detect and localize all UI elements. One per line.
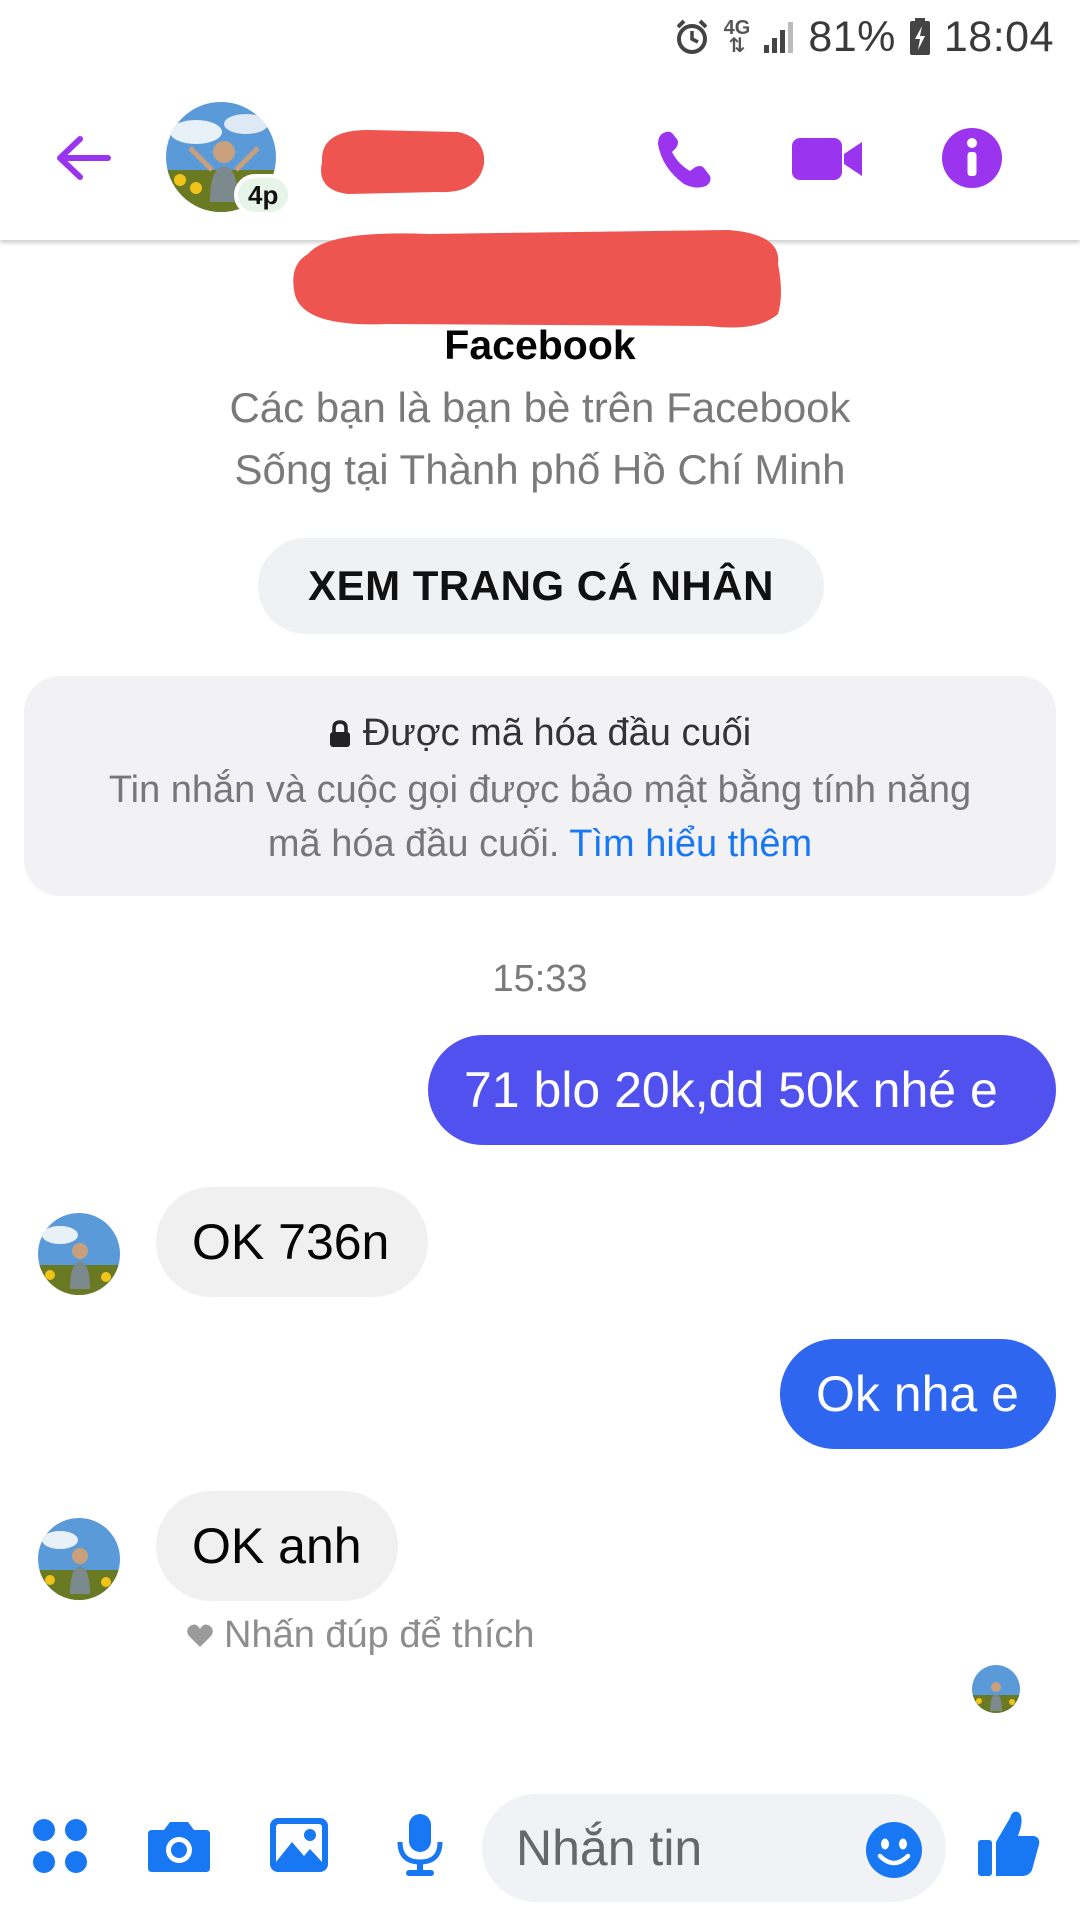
status-bar: 4G ⇅ 81% 18:04 xyxy=(0,0,1080,74)
voice-message-button[interactable] xyxy=(394,1812,446,1878)
outgoing-message[interactable]: Ok nha e xyxy=(780,1339,1056,1449)
battery-percent: 81% xyxy=(808,12,896,61)
camera-button[interactable] xyxy=(146,1816,212,1876)
messenger-chat-screen: 4G ⇅ 81% 18:04 4p Facebook Các bạn là bạ… xyxy=(0,0,1080,1920)
lock-icon xyxy=(329,719,350,747)
seen-receipt-avatar xyxy=(972,1665,1020,1713)
video-camera-icon xyxy=(792,138,862,180)
send-like-button[interactable] xyxy=(976,1808,1042,1880)
gallery-button[interactable] xyxy=(268,1816,330,1874)
back-button[interactable] xyxy=(52,127,114,189)
battery-charging-icon xyxy=(908,17,932,57)
message-composer xyxy=(0,1780,1080,1920)
alarm-icon xyxy=(672,17,712,57)
chat-header: 4p xyxy=(0,74,1080,240)
profile-name-redaction xyxy=(293,230,781,328)
encryption-desc-line1: Tin nhắn và cuộc gọi được bảo mật bằng t… xyxy=(108,769,972,811)
message-timestamp: 15:33 xyxy=(492,958,588,1000)
voice-call-button[interactable] xyxy=(652,126,718,192)
thumbs-up-icon xyxy=(978,1811,1040,1876)
active-status-badge: 4p xyxy=(234,174,293,216)
network-type-icon: 4G ⇅ xyxy=(723,17,751,57)
apps-grid-icon xyxy=(33,1819,87,1873)
info-icon xyxy=(942,128,1002,188)
arrow-left-icon xyxy=(57,136,111,180)
view-profile-button[interactable]: XEM TRANG CÁ NHÂN xyxy=(258,538,824,634)
encryption-title: Được mã hóa đầu cuối xyxy=(362,712,752,754)
learn-more-link[interactable]: Tìm hiểu thêm xyxy=(569,823,812,865)
signal-icon xyxy=(762,19,796,55)
microphone-icon xyxy=(397,1814,443,1876)
video-call-button[interactable] xyxy=(790,126,866,192)
encryption-description: Tin nhắn và cuộc gọi được bảo mật bằng t… xyxy=(24,763,1056,871)
conversation-info-button[interactable] xyxy=(940,126,1004,190)
friendship-status: Các bạn là bạn bè trên Facebook xyxy=(229,384,851,431)
encryption-desc-line2: mã hóa đầu cuối. xyxy=(267,823,560,865)
smiley-icon xyxy=(866,1822,922,1878)
phone-icon xyxy=(658,131,711,188)
location-info: Sống tại Thành phố Hồ Chí Minh xyxy=(234,446,846,493)
emoji-button[interactable] xyxy=(864,1820,924,1880)
contact-name-redaction xyxy=(321,130,485,194)
sender-avatar[interactable] xyxy=(38,1213,120,1295)
incoming-message[interactable]: OK 736n xyxy=(156,1187,428,1297)
sender-avatar[interactable] xyxy=(38,1518,120,1600)
incoming-message[interactable]: OK anh xyxy=(156,1491,398,1601)
double-tap-like-text: Nhấn đúp để thích xyxy=(224,1614,535,1656)
double-tap-like-hint: Nhấn đúp để thích xyxy=(186,1614,535,1657)
more-actions-button[interactable] xyxy=(30,1816,90,1876)
network-type-label: 4G xyxy=(723,17,751,39)
camera-icon xyxy=(148,1822,210,1872)
heart-icon xyxy=(187,1624,213,1647)
image-icon xyxy=(270,1818,328,1872)
encryption-title-row: Được mã hóa đầu cuối xyxy=(24,712,1056,755)
clock: 18:04 xyxy=(943,12,1054,61)
outgoing-message[interactable]: 71 blo 20k,dd 50k nhé e xyxy=(428,1035,1056,1145)
encryption-notice: Được mã hóa đầu cuối Tin nhắn và cuộc gọ… xyxy=(24,676,1056,896)
